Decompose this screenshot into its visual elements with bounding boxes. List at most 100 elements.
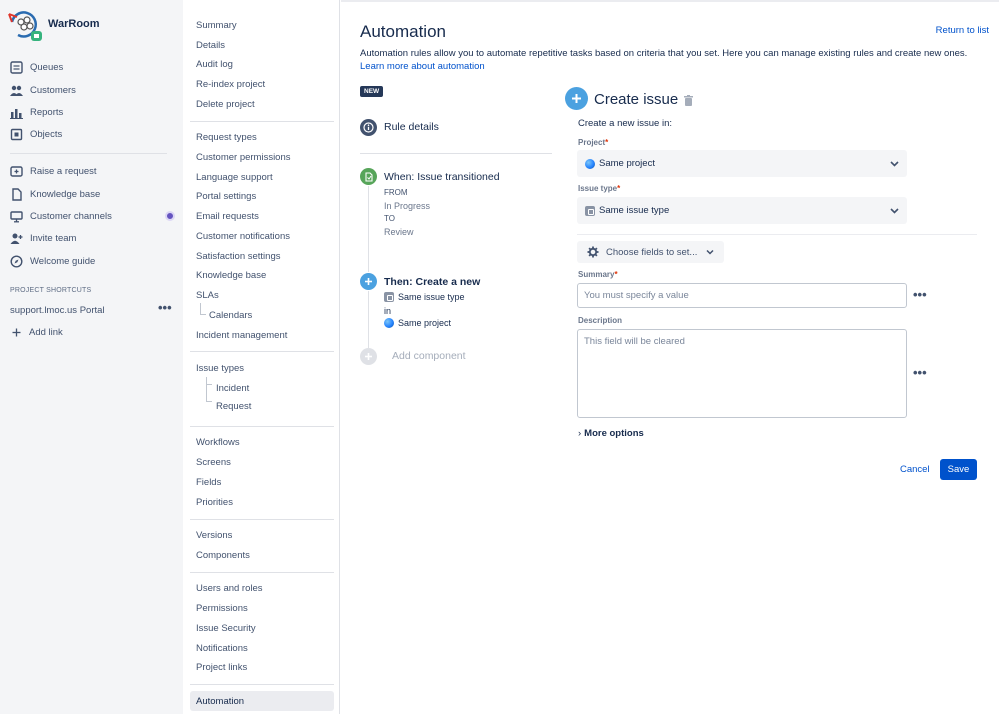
welcome-guide-icon bbox=[10, 254, 23, 268]
settings-issue-types[interactable]: Issue types bbox=[196, 363, 244, 374]
app-root: WarRoom Queues Customers Reports Objects… bbox=[0, 0, 999, 714]
settings-knowledge-base[interactable]: Knowledge base bbox=[196, 270, 266, 281]
settings-language-support[interactable]: Language support bbox=[196, 172, 273, 183]
raise-request-icon bbox=[10, 165, 23, 178]
tree-connector bbox=[206, 377, 212, 385]
chevron-down-icon bbox=[890, 161, 899, 167]
nav-reports[interactable]: Reports bbox=[10, 103, 63, 121]
nav-queues[interactable]: Queues bbox=[10, 58, 63, 76]
settings-project-links[interactable]: Project links bbox=[196, 662, 247, 673]
tree-connector bbox=[200, 303, 206, 315]
summary-field-label: Summary* bbox=[578, 270, 618, 279]
project-select[interactable]: Same project bbox=[577, 150, 907, 177]
queues-icon bbox=[10, 60, 23, 74]
settings-delete-project[interactable]: Delete project bbox=[196, 99, 255, 110]
description-more-icon[interactable]: ••• bbox=[913, 365, 927, 380]
shortcut-more-icon[interactable]: ••• bbox=[158, 300, 172, 315]
nav-invite-team[interactable]: Invite team bbox=[10, 229, 76, 247]
settings-versions[interactable]: Versions bbox=[196, 530, 232, 541]
issue-type-select-value: Same issue type bbox=[599, 205, 670, 216]
learn-more-link[interactable]: Learn more about automation bbox=[360, 61, 485, 72]
cancel-button[interactable]: Cancel bbox=[900, 464, 930, 475]
settings-slas[interactable]: SLAs bbox=[196, 290, 219, 301]
return-to-list-link[interactable]: Return to list bbox=[936, 25, 989, 36]
settings-divider bbox=[190, 351, 334, 352]
customers-icon bbox=[10, 84, 23, 97]
settings-reindex-project[interactable]: Re-index project bbox=[196, 79, 265, 90]
nav-objects[interactable]: Objects bbox=[10, 125, 62, 143]
settings-customer-notifications[interactable]: Customer notifications bbox=[196, 231, 290, 242]
trash-icon[interactable] bbox=[684, 95, 693, 106]
more-options-toggle[interactable]: › More options bbox=[578, 428, 644, 439]
settings-users-and-roles[interactable]: Users and roles bbox=[196, 583, 263, 594]
app-title[interactable]: WarRoom bbox=[48, 18, 100, 30]
settings-incident-management[interactable]: Incident management bbox=[196, 330, 287, 341]
settings-satisfaction-settings[interactable]: Satisfaction settings bbox=[196, 251, 281, 262]
settings-divider bbox=[190, 572, 334, 573]
settings-details[interactable]: Details bbox=[196, 40, 225, 51]
nav-customers[interactable]: Customers bbox=[10, 81, 76, 99]
new-badge: NEW bbox=[360, 86, 384, 97]
settings-calendars[interactable]: Calendars bbox=[209, 310, 252, 321]
settings-issue-security[interactable]: Issue Security bbox=[196, 623, 256, 634]
settings-workflows[interactable]: Workflows bbox=[196, 437, 240, 448]
nav-label: Raise a request bbox=[30, 165, 97, 177]
trigger-from-label: FROM bbox=[384, 188, 408, 197]
settings-screens[interactable]: Screens bbox=[196, 457, 231, 468]
project-field-label: Project* bbox=[578, 138, 608, 147]
settings-customer-permissions[interactable]: Customer permissions bbox=[196, 152, 291, 163]
issue-type-select[interactable]: Same issue type bbox=[577, 197, 907, 224]
save-button[interactable]: Save bbox=[940, 459, 977, 480]
settings-priorities[interactable]: Priorities bbox=[196, 497, 233, 508]
nav-divider bbox=[10, 153, 167, 154]
add-component-plus-icon[interactable] bbox=[360, 348, 377, 365]
warroom-logo-icon[interactable] bbox=[8, 8, 44, 42]
notification-badge bbox=[165, 211, 175, 221]
settings-notifications[interactable]: Notifications bbox=[196, 643, 248, 654]
description-input[interactable]: This field will be cleared bbox=[577, 329, 907, 418]
nav-customer-channels[interactable]: Customer channels bbox=[10, 207, 112, 225]
chevron-down-icon bbox=[890, 208, 899, 214]
shortcut-label: support.lmoc.us Portal bbox=[10, 304, 105, 316]
summary-more-icon[interactable]: ••• bbox=[913, 287, 927, 302]
settings-email-requests[interactable]: Email requests bbox=[196, 211, 259, 222]
trigger-to-value: Review bbox=[384, 227, 414, 237]
settings-permissions[interactable]: Permissions bbox=[196, 603, 248, 614]
panel-divider bbox=[577, 234, 977, 235]
action-title[interactable]: Then: Create a new bbox=[384, 276, 480, 288]
project-select-value: Same project bbox=[599, 158, 655, 169]
settings-request-types[interactable]: Request types bbox=[196, 132, 257, 143]
customer-channels-icon bbox=[10, 210, 23, 223]
nav-label: Objects bbox=[30, 128, 63, 140]
required-indicator: * bbox=[605, 138, 609, 147]
settings-divider bbox=[190, 684, 334, 685]
nav-knowledge-base[interactable]: Knowledge base bbox=[10, 185, 100, 203]
rule-details-link[interactable]: Rule details bbox=[384, 121, 439, 133]
trigger-title[interactable]: When: Issue transitioned bbox=[384, 171, 500, 183]
choose-fields-button[interactable]: Choose fields to set... bbox=[577, 241, 724, 263]
shortcut-portal-link[interactable]: support.lmoc.us Portal bbox=[10, 301, 105, 319]
description-field-label: Description bbox=[578, 316, 623, 325]
main-content: Automation Return to list Automation rul… bbox=[341, 0, 999, 714]
action-issue-type-label: Same issue type bbox=[398, 292, 465, 302]
add-link-button[interactable]: Add link bbox=[10, 323, 63, 341]
nav-raise-request[interactable]: Raise a request bbox=[10, 162, 97, 180]
settings-components[interactable]: Components bbox=[196, 550, 250, 561]
project-label-text: Project bbox=[578, 138, 606, 147]
settings-automation[interactable]: Automation bbox=[196, 696, 244, 707]
settings-audit-log[interactable]: Audit log bbox=[196, 59, 233, 70]
settings-summary[interactable]: Summary bbox=[196, 20, 237, 31]
summary-input[interactable]: You must specify a value bbox=[577, 283, 907, 308]
add-component-button[interactable]: Add component bbox=[392, 350, 466, 362]
page-title: Automation bbox=[360, 22, 446, 41]
action-issue-type: Same issue type bbox=[384, 292, 465, 302]
issue-type-icon bbox=[585, 205, 595, 216]
settings-portal-settings[interactable]: Portal settings bbox=[196, 191, 256, 202]
trigger-from-value: In Progress bbox=[384, 201, 431, 211]
nav-welcome-guide[interactable]: Welcome guide bbox=[10, 252, 95, 270]
settings-issue-type-incident[interactable]: Incident bbox=[216, 383, 249, 394]
trigger-to-label: TO bbox=[384, 214, 395, 223]
tree-connector bbox=[206, 385, 212, 402]
settings-fields[interactable]: Fields bbox=[196, 477, 221, 488]
settings-issue-type-request[interactable]: Request bbox=[216, 401, 251, 412]
